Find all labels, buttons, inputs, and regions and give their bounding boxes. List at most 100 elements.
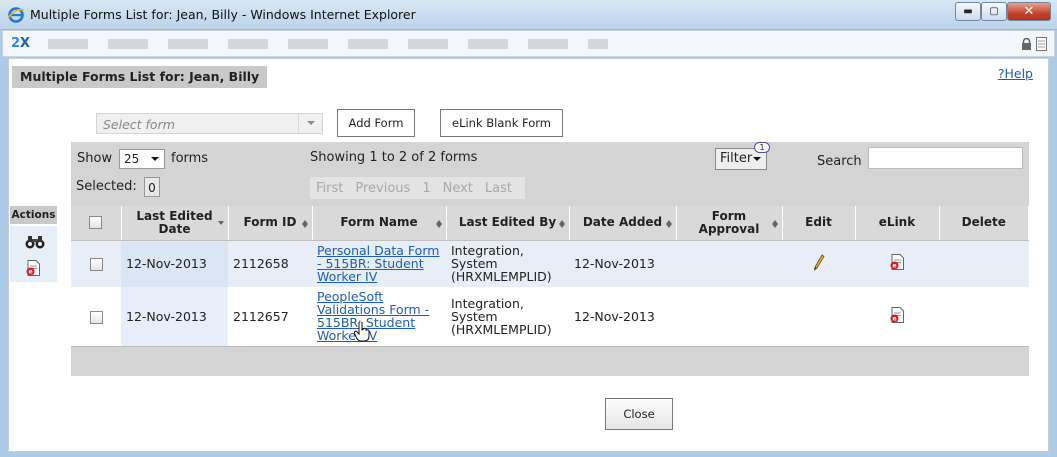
cell-date-added: 12-Nov-2013 [569,240,676,287]
internet-explorer-icon [7,7,25,23]
search-label: Search [817,154,862,169]
selected-count: 0 [144,177,160,197]
cell-date-added: 12-Nov-2013 [569,287,676,346]
row-select-cell [71,240,121,287]
maximize-button[interactable]: ▢ [981,2,1007,21]
page-size-value: 25 [124,152,140,166]
table-controls: Show 25 forms Showing 1 to 2 of 2 forms … [71,142,1029,206]
cell-last-edited-date: 12-Nov-2013 [121,287,228,346]
col-last-edited-date[interactable]: Last Edited Date [121,206,229,241]
pager-page[interactable]: 1 [416,181,436,196]
filter-label: Filter [720,151,753,166]
window-controls: ▬ ▢ ✕ [955,2,1051,22]
page-icon[interactable] [1036,37,1048,51]
sort-icon [435,217,443,229]
cell-elink: e [855,240,939,287]
pager-last[interactable]: Last [479,181,518,196]
search-input[interactable] [868,147,1023,169]
col-date-added-label: Date Added [582,215,663,230]
col-elink: eLink [855,206,940,241]
brand-logo-b: X [20,36,31,51]
last-edited-by-line: System [451,308,498,324]
svg-text:e: e [892,315,896,322]
selected-label: Selected: [76,179,137,194]
add-form-button[interactable]: Add Form [337,109,415,137]
pdf-icon[interactable]: e [890,254,905,271]
cell-elink: e [855,287,939,346]
lock-icon [1022,38,1031,50]
page-title: Multiple Forms List for: Jean, Billy [12,66,268,88]
cell-form-id: 2112658 [228,240,312,287]
sort-icon [558,217,566,229]
row-select-cell [71,287,121,346]
show-label: Show [77,151,113,166]
cell-delete [939,240,1029,287]
chevron-down-icon [298,114,322,133]
svg-text:e: e [28,269,32,276]
cell-last-edited-by: Integration, System (HRXMLEMPLID) [446,287,569,346]
pencil-icon[interactable] [813,254,825,271]
brand-logo: 2X [11,36,30,51]
window-close-button[interactable]: ✕ [1007,2,1051,21]
sort-icon [771,217,779,229]
browser-toolbar: 2X [2,30,1055,57]
svg-text:e: e [892,263,896,270]
window-title: Multiple Forms List for: Jean, Billy - W… [30,7,416,22]
select-all-checkbox[interactable] [89,216,103,230]
form-name-link[interactable]: PeopleSoft Validations Form - 515BR: Stu… [317,290,441,342]
col-last-edited-by-label: Last Edited By [458,215,557,230]
page-content: Multiple Forms List for: Jean, Billy ?He… [8,58,1049,452]
actions-header: Actions [10,206,57,224]
actions-panel: e [10,226,57,282]
binoculars-icon[interactable] [25,234,45,250]
col-last-edited-by[interactable]: Last Edited By [446,206,570,241]
col-form-approval-label: Form Approval [698,208,760,236]
cell-last-edited-date: 12-Nov-2013 [121,240,228,287]
col-form-name-label: Form Name [340,215,418,230]
pdf-icon[interactable]: e [890,306,905,323]
page-size-select[interactable]: 25 [119,149,165,169]
row-checkbox[interactable] [89,258,103,272]
cell-edit [782,287,855,346]
cell-last-edited-by: Integration, System (HRXMLEMPLID) [446,240,569,287]
close-button[interactable]: Close [605,398,673,430]
col-date-added[interactable]: Date Added [569,206,677,241]
col-form-id-label: Form ID [243,215,297,230]
last-edited-by-line: Integration, [451,295,524,311]
pager-first[interactable]: First [310,181,349,196]
col-edit: Edit [782,206,856,241]
caret-down-icon [753,157,761,165]
minimize-button[interactable]: ▬ [955,2,981,21]
cell-form-name: PeopleSoft Validations Form - 515BR: Stu… [312,287,446,346]
sort-icon [665,217,673,229]
cell-form-approval [676,287,782,346]
col-last-edited-date-label: Last Edited Date [136,208,213,236]
cell-form-name: Personal Data Form - 515BR: Student Work… [312,240,446,287]
col-form-name[interactable]: Form Name [312,206,447,241]
cell-form-id: 2112657 [228,287,312,346]
filter-count-badge: 1 [754,142,770,153]
pdf-icon[interactable]: e [26,260,41,276]
elink-blank-form-button[interactable]: eLink Blank Form [440,109,563,137]
row-checkbox[interactable] [89,310,103,324]
col-form-id[interactable]: Form ID [228,206,313,241]
showing-summary: Showing 1 to 2 of 2 forms [310,150,478,165]
form-name-link[interactable]: Personal Data Form - 515BR: Student Work… [317,244,441,283]
help-link[interactable]: ?Help [998,66,1033,81]
window-titlebar: Multiple Forms List for: Jean, Billy - W… [0,0,1057,30]
forms-table: Last Edited Date Form ID Form Name Last … [71,206,1029,376]
pager-previous[interactable]: Previous [349,181,416,196]
brand-logo-a: 2 [11,36,21,51]
col-form-approval[interactable]: Form Approval [676,206,783,241]
table-footer-cell [71,345,1029,376]
last-edited-by-line: (HRXMLEMPLID) [451,321,552,337]
select-form-dropdown[interactable]: Select form [96,113,323,134]
select-all-header [71,206,122,241]
last-edited-by-line: (HRXMLEMPLID) [451,269,552,285]
table-row: 12-Nov-2013 2112658 Personal Data Form -… [71,240,1029,287]
cell-delete [939,287,1029,346]
sort-desc-icon [217,217,225,229]
pager: First Previous 1 Next Last [310,177,525,199]
forms-label: forms [171,151,209,166]
pager-next[interactable]: Next [437,181,479,196]
